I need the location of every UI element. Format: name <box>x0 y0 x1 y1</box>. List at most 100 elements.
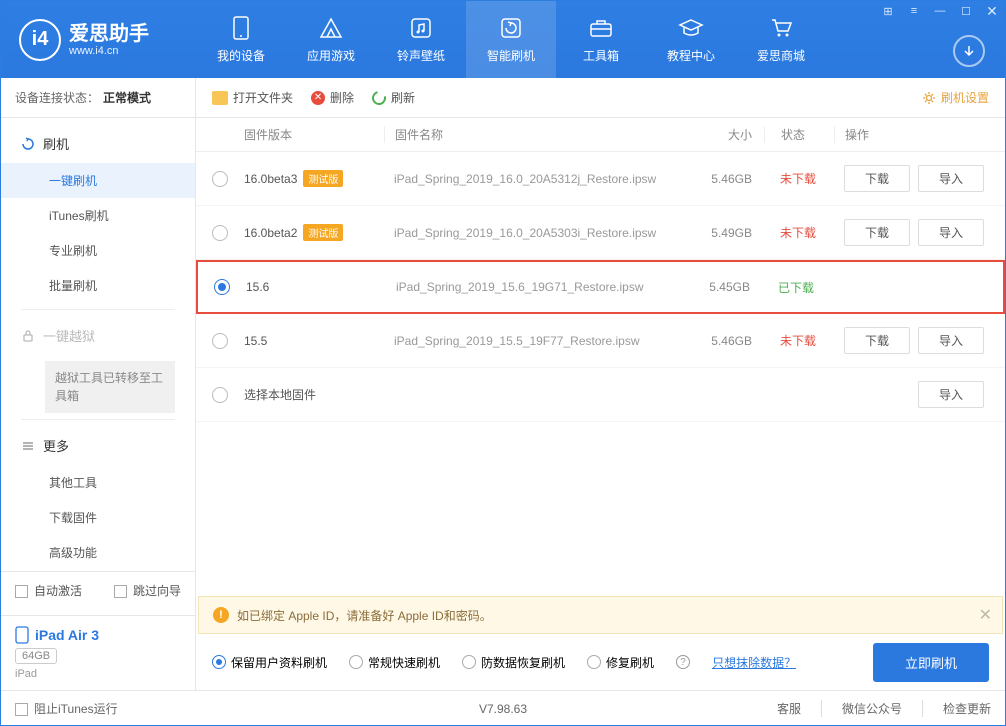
firmware-version: 16.0beta3 <box>244 172 297 186</box>
delete-button[interactable]: ✕删除 <box>311 89 354 106</box>
skip-guide-checkbox[interactable]: 跳过向导 <box>114 582 181 599</box>
warning-close-button[interactable]: ✕ <box>979 605 992 625</box>
nav-flash[interactable]: 智能刷机 <box>466 1 556 78</box>
firmware-status: 未下载 <box>764 224 834 241</box>
import-button[interactable]: 导入 <box>918 219 984 246</box>
firmware-row[interactable]: 16.0beta2 测试版 iPad_Spring_2019_16.0_20A53… <box>196 206 1005 260</box>
table-header: 固件版本 固件名称 大小 状态 操作 <box>196 118 1005 152</box>
warning-bar: ! 如已绑定 Apple ID，请准备好 Apple ID和密码。 ✕ <box>198 596 1003 634</box>
minimize-button[interactable]: — <box>927 1 953 21</box>
sidebar-group-more[interactable]: 更多 <box>1 426 195 465</box>
status-bar: 阻止iTunes运行 V7.98.63 客服 微信公众号 检查更新 <box>1 690 1005 726</box>
opt-normal[interactable]: 常规快速刷机 <box>349 654 440 671</box>
firmware-radio[interactable] <box>214 279 230 295</box>
nav-toolbox[interactable]: 工具箱 <box>556 1 646 78</box>
main-panel: 打开文件夹 ✕删除 刷新 刷机设置 固件版本 固件名称 大小 状态 操作 16.… <box>196 78 1005 690</box>
ipad-icon <box>15 626 29 644</box>
download-button[interactable]: 下载 <box>844 165 910 192</box>
phone-icon <box>228 15 254 41</box>
import-button[interactable]: 导入 <box>918 327 984 354</box>
import-button[interactable]: 导入 <box>918 165 984 192</box>
erase-only-link[interactable]: 只想抹除数据？ <box>712 654 796 671</box>
firmware-row[interactable]: 15.5 iPad_Spring_2019_15.5_19F77_Restore… <box>196 314 1005 368</box>
firmware-radio[interactable] <box>212 333 228 349</box>
firmware-status: 未下载 <box>764 332 834 349</box>
sidebar-options: 自动激活 跳过向导 <box>1 571 195 615</box>
app-header: i4 爱思助手 www.i4.cn 我的设备 应用游戏 铃声壁纸 智能刷机 工具… <box>1 1 1005 78</box>
sidebar-item-oneclick[interactable]: 一键刷机 <box>1 163 195 198</box>
firmware-size: 5.49GB <box>680 226 752 240</box>
sync-icon <box>21 137 35 151</box>
firmware-row[interactable]: 16.0beta3 测试版 iPad_Spring_2019_16.0_20A53… <box>196 152 1005 206</box>
firmware-filename: iPad_Spring_2019_15.6_19G71_Restore.ipsw <box>386 280 678 294</box>
firmware-filename: iPad_Spring_2019_16.0_20A5312j_Restore.i… <box>384 172 680 186</box>
nav-my-device[interactable]: 我的设备 <box>196 1 286 78</box>
nav-ringtones[interactable]: 铃声壁纸 <box>376 1 466 78</box>
firmware-radio[interactable] <box>212 225 228 241</box>
opt-repair[interactable]: 修复刷机 <box>587 654 654 671</box>
check-update-link[interactable]: 检查更新 <box>922 700 991 717</box>
download-arrow-icon <box>962 44 976 58</box>
firmware-version: 16.0beta2 <box>244 226 297 240</box>
refresh-button[interactable]: 刷新 <box>372 89 415 106</box>
download-button[interactable]: 下载 <box>844 219 910 246</box>
nav-store[interactable]: 爱思商城 <box>736 1 826 78</box>
firmware-size: 5.46GB <box>680 172 752 186</box>
maximize-button[interactable]: ☐ <box>953 1 979 21</box>
flash-now-button[interactable]: 立即刷机 <box>873 643 989 682</box>
support-link[interactable]: 客服 <box>777 700 801 717</box>
nav-apps[interactable]: 应用游戏 <box>286 1 376 78</box>
import-button[interactable]: 导入 <box>918 381 984 408</box>
nav-tutorials[interactable]: 教程中心 <box>646 1 736 78</box>
sidebar-item-download-fw[interactable]: 下载固件 <box>1 500 195 535</box>
firmware-row[interactable]: 15.6 iPad_Spring_2019_15.6_19G71_Restore… <box>196 260 1005 314</box>
beta-badge: 测试版 <box>303 224 343 241</box>
sidebar-item-othertool[interactable]: 其他工具 <box>1 465 195 500</box>
win-menu-icon[interactable]: ≡ <box>901 1 927 21</box>
beta-badge: 测试版 <box>303 170 343 187</box>
cart-icon <box>768 15 794 41</box>
refresh-icon <box>369 88 388 107</box>
sidebar: 设备连接状态： 正常模式 刷机 一键刷机 iTunes刷机 专业刷机 批量刷机 … <box>1 78 196 690</box>
folder-icon <box>212 91 228 105</box>
firmware-status: 已下载 <box>762 279 832 296</box>
logo-area: i4 爱思助手 www.i4.cn <box>1 19 196 61</box>
opt-anti-recover[interactable]: 防数据恢复刷机 <box>462 654 565 671</box>
auto-activate-checkbox[interactable]: 自动激活 <box>15 582 82 599</box>
device-info[interactable]: iPad Air 3 64GB iPad <box>1 615 195 690</box>
firmware-filename: iPad_Spring_2019_16.0_20A5303i_Restore.i… <box>384 226 680 240</box>
opt-keep-data[interactable]: 保留用户资料刷机 <box>212 654 327 671</box>
firmware-filename: iPad_Spring_2019_15.5_19F77_Restore.ipsw <box>384 334 680 348</box>
graduation-icon <box>678 15 704 41</box>
firmware-row-local[interactable]: 选择本地固件 导入 <box>196 368 1005 422</box>
firmware-radio[interactable] <box>212 171 228 187</box>
firmware-version: 15.6 <box>246 280 269 294</box>
close-button[interactable]: ✕ <box>979 1 1005 21</box>
download-button[interactable]: 下载 <box>844 327 910 354</box>
sidebar-item-itunes[interactable]: iTunes刷机 <box>1 198 195 233</box>
firmware-version: 15.5 <box>244 334 267 348</box>
sidebar-item-batch[interactable]: 批量刷机 <box>1 268 195 303</box>
logo-icon: i4 <box>19 19 61 61</box>
lock-icon <box>21 329 35 343</box>
gear-icon <box>922 91 936 105</box>
menu-icon <box>21 439 35 453</box>
open-folder-button[interactable]: 打开文件夹 <box>212 89 293 106</box>
wechat-link[interactable]: 微信公众号 <box>821 700 902 717</box>
sidebar-group-flash[interactable]: 刷机 <box>1 124 195 163</box>
block-itunes-checkbox[interactable]: 阻止iTunes运行 <box>15 700 118 717</box>
firmware-status: 未下载 <box>764 170 834 187</box>
warning-icon: ! <box>213 607 229 623</box>
radio-local[interactable] <box>212 387 228 403</box>
win-grid-icon[interactable]: ⊞ <box>875 1 901 21</box>
sidebar-item-pro[interactable]: 专业刷机 <box>1 233 195 268</box>
download-indicator[interactable] <box>953 35 985 67</box>
toolbar: 打开文件夹 ✕删除 刷新 刷机设置 <box>196 78 1005 118</box>
device-storage: 64GB <box>15 648 57 664</box>
brand-url: www.i4.cn <box>69 45 149 57</box>
sidebar-item-advanced[interactable]: 高级功能 <box>1 535 195 570</box>
device-status: 设备连接状态： 正常模式 <box>1 78 195 118</box>
flash-settings-button[interactable]: 刷机设置 <box>922 89 989 106</box>
help-icon[interactable]: ? <box>676 655 690 669</box>
firmware-size: 5.45GB <box>678 280 750 294</box>
